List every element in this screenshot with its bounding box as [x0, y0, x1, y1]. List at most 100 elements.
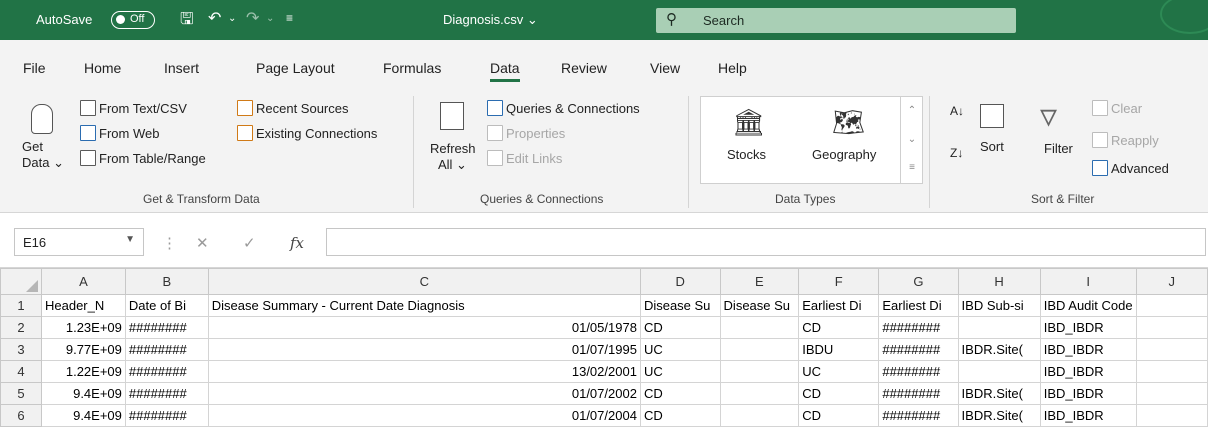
cell[interactable]	[1135, 404, 1208, 427]
gallery-scrollbar[interactable]: ⌃ ⌄ ≡	[900, 96, 923, 184]
column-header[interactable]: A	[41, 268, 126, 295]
scroll-up-icon[interactable]: ⌃	[901, 96, 923, 125]
cell[interactable]	[719, 316, 800, 339]
get-data-button[interactable]: Get	[22, 139, 43, 154]
redo-icon[interactable]: ↷	[246, 8, 259, 28]
cell[interactable]	[719, 338, 800, 361]
from-text-csv-button[interactable]: From Text/CSV	[80, 100, 187, 116]
cell[interactable]: ########	[878, 338, 959, 361]
name-box-dropdown-icon[interactable]: ▼	[125, 234, 135, 245]
cell[interactable]: CD	[639, 382, 721, 405]
cell[interactable]: IBD_IBDR	[1039, 316, 1137, 339]
row-header[interactable]: 1	[0, 294, 42, 317]
cell[interactable]: ########	[124, 382, 209, 405]
from-web-button[interactable]: From Web	[80, 125, 159, 141]
autosave-toggle[interactable]: Off	[111, 11, 155, 29]
cell[interactable]: IBD_IBDR	[1039, 382, 1137, 405]
cell[interactable]	[957, 360, 1041, 383]
column-header[interactable]: I	[1039, 268, 1137, 295]
cell[interactable]: ########	[878, 316, 959, 339]
save-icon[interactable]: 🖫	[180, 8, 194, 35]
cell[interactable]: 01/07/1995	[207, 338, 641, 361]
cell[interactable]	[1135, 294, 1208, 317]
stocks-button[interactable]: Stocks	[727, 147, 766, 162]
tab-page-layout[interactable]: Page Layout	[256, 60, 335, 76]
cell[interactable]: 9.4E+09	[41, 404, 126, 427]
cell[interactable]: 1.22E+09	[41, 360, 126, 383]
column-header[interactable]: G	[878, 268, 959, 295]
cell[interactable]: ########	[124, 338, 209, 361]
cell[interactable]: IBD Sub-si	[957, 294, 1041, 317]
clear-button[interactable]: Clear	[1092, 100, 1142, 116]
cell[interactable]: Disease Su	[639, 294, 721, 317]
redo-dropdown-icon[interactable]: ⌄	[266, 13, 274, 24]
cell[interactable]: CD	[639, 316, 721, 339]
cell[interactable]: IBD_IBDR	[1039, 360, 1137, 383]
document-title[interactable]: Diagnosis.csv ⌄	[443, 12, 538, 28]
cell[interactable]: Earliest Di	[798, 294, 880, 317]
filter-button[interactable]: Filter	[1044, 141, 1073, 156]
cell[interactable]: 13/02/2001	[207, 360, 641, 383]
cell[interactable]: UC	[639, 338, 721, 361]
insert-function-icon[interactable]: fx	[290, 234, 304, 252]
cell[interactable]: 1.23E+09	[41, 316, 126, 339]
sort-button[interactable]: Sort	[980, 139, 1004, 154]
reapply-button[interactable]: Reapply	[1092, 132, 1159, 148]
row-header[interactable]: 4	[0, 360, 42, 383]
cell[interactable]	[957, 316, 1041, 339]
cell[interactable]: ########	[124, 404, 209, 427]
cell[interactable]	[719, 382, 800, 405]
cell[interactable]: ########	[124, 360, 209, 383]
row-header[interactable]: 3	[0, 338, 42, 361]
tab-data[interactable]: Data	[490, 60, 520, 82]
undo-icon[interactable]: ↶	[208, 8, 221, 28]
geography-button[interactable]: Geography	[812, 147, 876, 162]
edit-links-button[interactable]: Edit Links	[487, 150, 562, 166]
cell[interactable]: ########	[878, 404, 959, 427]
cell[interactable]: UC	[798, 360, 880, 383]
cell[interactable]: UC	[639, 360, 721, 383]
properties-button[interactable]: Properties	[487, 125, 565, 141]
undo-dropdown-icon[interactable]: ⌄	[228, 13, 236, 24]
cell[interactable]: ########	[878, 382, 959, 405]
refresh-all-dropdown[interactable]: All ⌄	[438, 157, 467, 173]
existing-connections-button[interactable]: Existing Connections	[237, 125, 377, 141]
cell[interactable]	[1135, 338, 1208, 361]
column-header[interactable]: J	[1135, 268, 1208, 295]
tab-help[interactable]: Help	[718, 60, 747, 76]
cell[interactable]: IBD_IBDR	[1039, 404, 1137, 427]
cell[interactable]: 9.4E+09	[41, 382, 126, 405]
cell[interactable]: CD	[798, 316, 880, 339]
row-header[interactable]: 6	[0, 404, 42, 427]
column-header[interactable]: H	[957, 268, 1041, 295]
column-header[interactable]: F	[798, 268, 880, 295]
cell[interactable]	[719, 404, 800, 427]
tab-view[interactable]: View	[650, 60, 680, 76]
get-data-dropdown[interactable]: Data ⌄	[22, 155, 64, 171]
cell[interactable]: Earliest Di	[878, 294, 959, 317]
cell[interactable]	[1135, 360, 1208, 383]
gallery-more-icon[interactable]: ≡	[901, 154, 923, 182]
column-header[interactable]: E	[719, 268, 800, 295]
cell[interactable]: Disease Summary - Current Date Diagnosis	[207, 294, 641, 317]
tab-formulas[interactable]: Formulas	[383, 60, 441, 76]
cell[interactable]	[1135, 382, 1208, 405]
cell[interactable]: 01/07/2002	[207, 382, 641, 405]
cell[interactable]: Header_N	[41, 294, 126, 317]
row-header[interactable]: 2	[0, 316, 42, 339]
name-box[interactable]: E16 ▼	[14, 228, 144, 256]
cell[interactable]: CD	[798, 404, 880, 427]
cell[interactable]: CD	[639, 404, 721, 427]
column-header[interactable]: D	[639, 268, 721, 295]
scroll-down-icon[interactable]: ⌄	[901, 125, 923, 154]
tab-file[interactable]: File	[23, 60, 46, 76]
tab-home[interactable]: Home	[84, 60, 121, 76]
search-box[interactable]: ⚲ Search	[656, 8, 1016, 33]
cell[interactable]: ########	[124, 316, 209, 339]
cell[interactable]: 01/07/2004	[207, 404, 641, 427]
enter-icon[interactable]: ✓	[243, 234, 256, 252]
cell[interactable]: 01/05/1978	[207, 316, 641, 339]
refresh-all-button[interactable]: Refresh	[430, 141, 476, 156]
cell[interactable]: IBDR.Site(	[957, 382, 1041, 405]
sort-a-to-z-icon[interactable]: A↓	[950, 104, 964, 118]
